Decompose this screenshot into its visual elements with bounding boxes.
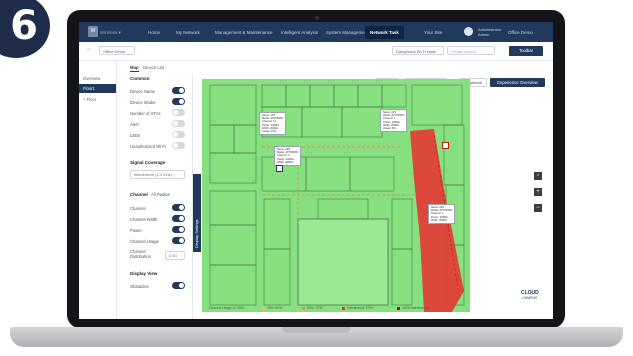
nav-my-network[interactable]: My Network: [176, 30, 200, 35]
app-screen: W Wireless ▾ Home My Network Management …: [79, 22, 553, 319]
nav-home[interactable]: Home: [148, 30, 160, 35]
channel-distribution-select[interactable]: 2.4G: [165, 251, 185, 260]
ap-tooltip-3[interactable]: Name: AP3 Model: AP7060DN Channel: 1 Pow…: [380, 109, 408, 133]
search-input[interactable]: Please search...: [447, 46, 495, 55]
toolbar-button[interactable]: Toolbar: [509, 46, 543, 56]
top-navigation-bar: W Wireless ▾ Home My Network Management …: [79, 22, 553, 42]
zoom-in-icon[interactable]: +: [534, 188, 542, 196]
laptop-base: [10, 327, 623, 347]
number-of-stas-toggle[interactable]: [172, 109, 185, 116]
laptop-notch: [282, 327, 351, 333]
device-name-label: Device Name: [130, 89, 156, 94]
alert-label: Alert: [130, 122, 139, 127]
obstacles-label: Obstacles: [130, 284, 149, 289]
user-avatar[interactable]: [464, 27, 473, 36]
ap-tooltip-4[interactable]: Name: AP4 Model: AP7060DN Channel: 1 Pow…: [428, 204, 456, 225]
display-view-title: Display View: [130, 271, 158, 276]
legend-swatch: [342, 307, 345, 310]
fullscreen-icon[interactable]: ▫: [534, 172, 542, 180]
ap-tooltip-2[interactable]: Name: AP2 Model: AP7060DN Channel: 6 Pow…: [274, 146, 302, 167]
floor-nav-floor1[interactable]: Floor1: [79, 84, 116, 93]
number-of-stas-label: Number of STAs: [130, 111, 161, 116]
org-selector[interactable]: Office Demo: [508, 30, 533, 35]
ap-tooltip-1[interactable]: Name: AP1 Model: AP7060DN Channel: 11 Po…: [259, 112, 287, 136]
channel-toggle[interactable]: [172, 204, 185, 211]
user-info[interactable]: Administrator Admin: [478, 27, 502, 37]
panel-tabs: Map Device List: [117, 60, 202, 73]
legend-item: Channel Usage: 0~30%: [209, 306, 244, 310]
channel-usage-label: Channel Usage: [130, 239, 159, 244]
legend-swatch: [302, 307, 305, 310]
leds-toggle[interactable]: [172, 131, 185, 138]
alert-toggle[interactable]: [172, 120, 185, 127]
experience-overview-button[interactable]: Experience Overview: [490, 78, 545, 87]
home-icon[interactable]: ⌂: [87, 47, 93, 53]
sub-toolbar: ⌂ Office Demo Dangerous Wi-Fi table Plea…: [79, 42, 553, 61]
device-model-label: Device Model: [130, 100, 156, 105]
search-scope-select[interactable]: Dangerous Wi-Fi table: [392, 46, 444, 55]
legend-item: Interference 70%+: [347, 306, 375, 310]
floor-navigation: Overview Floor1 + Floor: [79, 60, 117, 319]
nav-system-management[interactable]: System Management: [326, 30, 369, 35]
camera-dot: [315, 16, 319, 20]
common-section-title: Common: [130, 76, 150, 81]
leds-label: LEDs: [130, 133, 141, 138]
nav-network-task[interactable]: Network Task: [365, 26, 404, 39]
device-name-toggle[interactable]: [172, 87, 185, 94]
legend-item: 100% Interference: [402, 306, 429, 310]
brand-watermark: CLOUD CAMPUS: [521, 290, 539, 301]
product-switcher[interactable]: Wireless ▾: [100, 30, 121, 36]
channel-width-label: Channel Width: [130, 217, 158, 222]
zoom-out-icon[interactable]: −: [534, 204, 542, 212]
step-number-badge: 6: [0, 0, 50, 58]
display-settings-collapse-tab[interactable]: Display Settings: [193, 174, 201, 252]
channel-distribution-label: Channel Distribution: [130, 249, 151, 259]
power-label: Power: [130, 228, 142, 233]
user-role: Admin: [478, 32, 490, 37]
nav-intelligent-analysis[interactable]: Intelligent Analysis: [281, 30, 318, 35]
floor-plan-drawing: [202, 79, 470, 312]
access-point-icon[interactable]: [276, 165, 283, 172]
power-toggle[interactable]: [172, 226, 185, 233]
channel-usage-toggle[interactable]: [172, 237, 185, 244]
legend-item: 50%~70%: [307, 306, 323, 310]
display-settings-tab-label: Display Settings: [194, 219, 199, 248]
logo-icon[interactable]: W: [88, 26, 98, 37]
channel-filter-select[interactable]: All Radios: [151, 192, 170, 197]
legend-swatch: [397, 307, 400, 310]
device-model-toggle[interactable]: [172, 98, 185, 105]
unauthorized-wifi-toggle[interactable]: [172, 142, 185, 149]
legend-swatch: [204, 307, 207, 310]
channel-width-toggle[interactable]: [172, 215, 185, 222]
legend-item: 30%~50%: [267, 306, 283, 310]
floor-nav-overview[interactable]: Overview: [79, 74, 116, 83]
signal-coverage-title: Signal Coverage: [130, 160, 166, 165]
add-floor-link[interactable]: + Floor: [79, 95, 116, 104]
access-point-icon[interactable]: [442, 142, 449, 149]
unauthorized-wifi-label: Unauthorized Wi-Fi: [130, 144, 166, 149]
display-settings-panel: Common Device Name Device Model Number o…: [117, 74, 193, 319]
site-selector[interactable]: Your Site: [424, 30, 442, 35]
channel-section-title: Channel: [130, 192, 148, 197]
channel-label: Channel: [130, 206, 146, 211]
site-select[interactable]: Office Demo: [99, 46, 135, 55]
tab-map[interactable]: Map: [130, 65, 139, 72]
legend-swatch: [262, 307, 265, 310]
obstacles-toggle[interactable]: [172, 282, 185, 289]
coverage-legend: Channel Usage: 0~30% 30%~50% 50%~70% Int…: [202, 304, 470, 312]
tab-device-list[interactable]: Device List: [143, 65, 164, 70]
nav-management-maintenance[interactable]: Management & Maintenance: [215, 30, 273, 35]
heatmap-floor-plan[interactable]: Name: AP1 Model: AP7060DN Channel: 11 Po…: [202, 79, 470, 312]
signal-coverage-select[interactable]: Interference (2.4 GHz)...: [130, 170, 185, 179]
